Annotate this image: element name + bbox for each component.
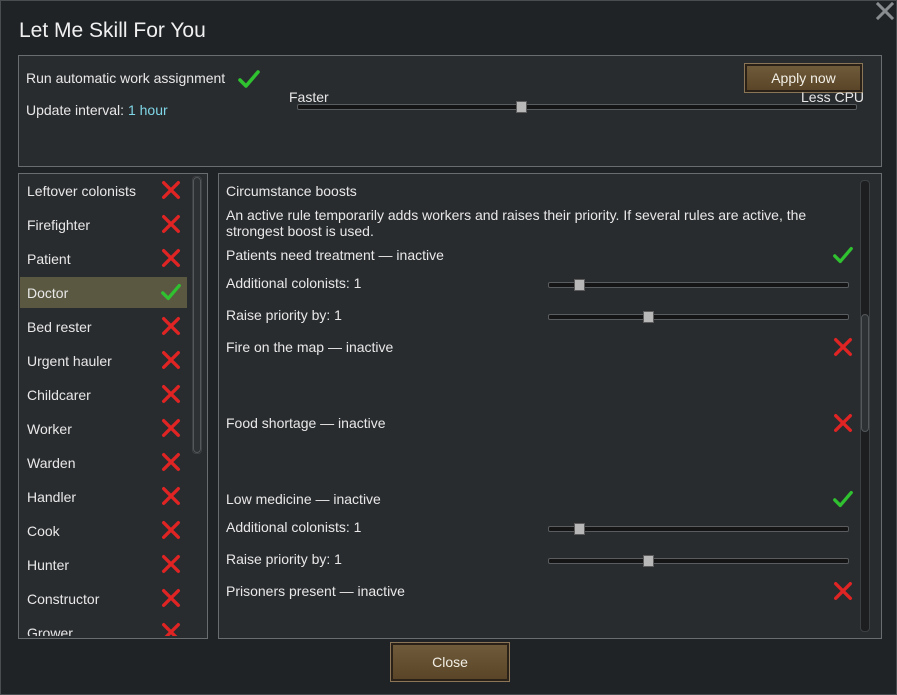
role-item-label: Childcarer: [27, 387, 91, 403]
role-item-label: Urgent hauler: [27, 353, 112, 369]
boost-rule-label: Fire on the map — inactive: [226, 339, 394, 355]
cross-icon[interactable]: [160, 213, 182, 235]
role-item[interactable]: Hunter: [20, 549, 187, 580]
role-item[interactable]: Bed rester: [20, 311, 187, 342]
boost-rule-check-icon[interactable]: [832, 244, 854, 266]
cross-icon[interactable]: [160, 179, 182, 201]
cross-icon[interactable]: [160, 485, 182, 507]
role-item-label: Firefighter: [27, 217, 91, 233]
role-item[interactable]: Warden: [20, 447, 187, 478]
boost-rule-cross-icon[interactable]: [832, 412, 854, 434]
role-item-label: Hunter: [27, 557, 70, 573]
boost-rule-label: Prisoners present — inactive: [226, 583, 405, 599]
additional-colonists-slider-thumb[interactable]: [573, 523, 585, 535]
role-list-scroll-thumb[interactable]: [193, 177, 201, 453]
update-speed-slider[interactable]: [297, 101, 857, 113]
cross-icon[interactable]: [160, 349, 182, 371]
role-item-label: Constructor: [27, 591, 100, 607]
role-item[interactable]: Constructor: [20, 583, 187, 614]
raise-priority-slider-thumb[interactable]: [642, 311, 654, 323]
run-automatic-label: Run automatic work assignment: [26, 70, 226, 86]
role-item-label: Worker: [27, 421, 72, 437]
cross-icon[interactable]: [160, 417, 182, 439]
boost-rule-label: Low medicine — inactive: [226, 491, 381, 507]
role-item-label: Patient: [27, 251, 71, 267]
raise-priority-slider[interactable]: [548, 555, 849, 567]
raise-priority-slider-thumb[interactable]: [642, 555, 654, 567]
role-item-label: Doctor: [27, 285, 69, 301]
slider-less-cpu-label: Less CPU: [801, 89, 865, 105]
role-item[interactable]: Doctor: [20, 277, 187, 308]
close-button[interactable]: Close: [390, 642, 510, 682]
boosts-description-line2: strongest boost is used.: [226, 223, 374, 239]
role-item[interactable]: Worker: [20, 413, 187, 444]
raise-priority-slider[interactable]: [548, 311, 849, 323]
role-item[interactable]: Handler: [20, 481, 187, 512]
role-item[interactable]: Firefighter: [20, 209, 187, 240]
run-automatic-check-icon[interactable]: [237, 67, 260, 89]
cross-icon[interactable]: [160, 247, 182, 269]
update-speed-slider-thumb[interactable]: [516, 101, 528, 113]
cross-icon[interactable]: [160, 315, 182, 337]
cross-icon[interactable]: [160, 519, 182, 541]
additional-colonists-label: Additional colonists: 1: [226, 519, 362, 535]
cross-icon[interactable]: [160, 383, 182, 405]
apply-now-button[interactable]: Apply now: [744, 63, 863, 93]
raise-priority-label: Raise priority by: 1: [226, 551, 342, 567]
role-item[interactable]: Urgent hauler: [20, 345, 187, 376]
role-item-label: Cook: [27, 523, 60, 539]
cross-icon[interactable]: [160, 451, 182, 473]
role-item[interactable]: Patient: [20, 243, 187, 274]
cross-icon[interactable]: [160, 621, 182, 636]
additional-colonists-slider[interactable]: [548, 279, 849, 291]
close-window-icon[interactable]: [873, 0, 897, 24]
update-interval-label: Update interval: 1 hour: [26, 102, 168, 118]
boost-rule-label: Patients need treatment — inactive: [226, 247, 444, 263]
role-item[interactable]: Leftover colonists: [20, 175, 187, 206]
update-interval-text: Update interval:: [26, 102, 125, 118]
slider-faster-label: Faster: [289, 89, 329, 105]
boost-rule-cross-icon[interactable]: [832, 336, 854, 358]
role-list-scrollbar[interactable]: [192, 176, 202, 454]
boosts-scroll-thumb[interactable]: [861, 314, 869, 432]
boosts-scrollbar[interactable]: [860, 180, 870, 632]
role-item[interactable]: Cook: [20, 515, 187, 546]
cross-icon[interactable]: [160, 553, 182, 575]
role-item-label: Handler: [27, 489, 77, 505]
additional-colonists-slider-thumb[interactable]: [573, 279, 585, 291]
role-item-label: Grower: [27, 625, 73, 636]
update-interval-value[interactable]: 1 hour: [128, 102, 168, 118]
role-item-label: Warden: [27, 455, 76, 471]
additional-colonists-slider[interactable]: [548, 523, 849, 535]
boosts-panel: [218, 173, 882, 639]
raise-priority-label: Raise priority by: 1: [226, 307, 342, 323]
role-item-label: Bed rester: [27, 319, 92, 335]
cross-icon[interactable]: [160, 587, 182, 609]
check-icon[interactable]: [160, 281, 182, 303]
boosts-description-line1: An active rule temporarily adds workers …: [226, 207, 807, 223]
boost-rule-label: Food shortage — inactive: [226, 415, 386, 431]
boosts-heading: Circumstance boosts: [226, 183, 357, 199]
role-item-label: Leftover colonists: [27, 183, 136, 199]
additional-colonists-label: Additional colonists: 1: [226, 275, 362, 291]
boost-rule-cross-icon[interactable]: [832, 580, 854, 602]
dialog-title: Let Me Skill For You: [19, 19, 206, 42]
boost-rule-check-icon[interactable]: [832, 488, 854, 510]
role-item[interactable]: Childcarer: [20, 379, 187, 410]
role-item[interactable]: Grower: [20, 617, 187, 636]
